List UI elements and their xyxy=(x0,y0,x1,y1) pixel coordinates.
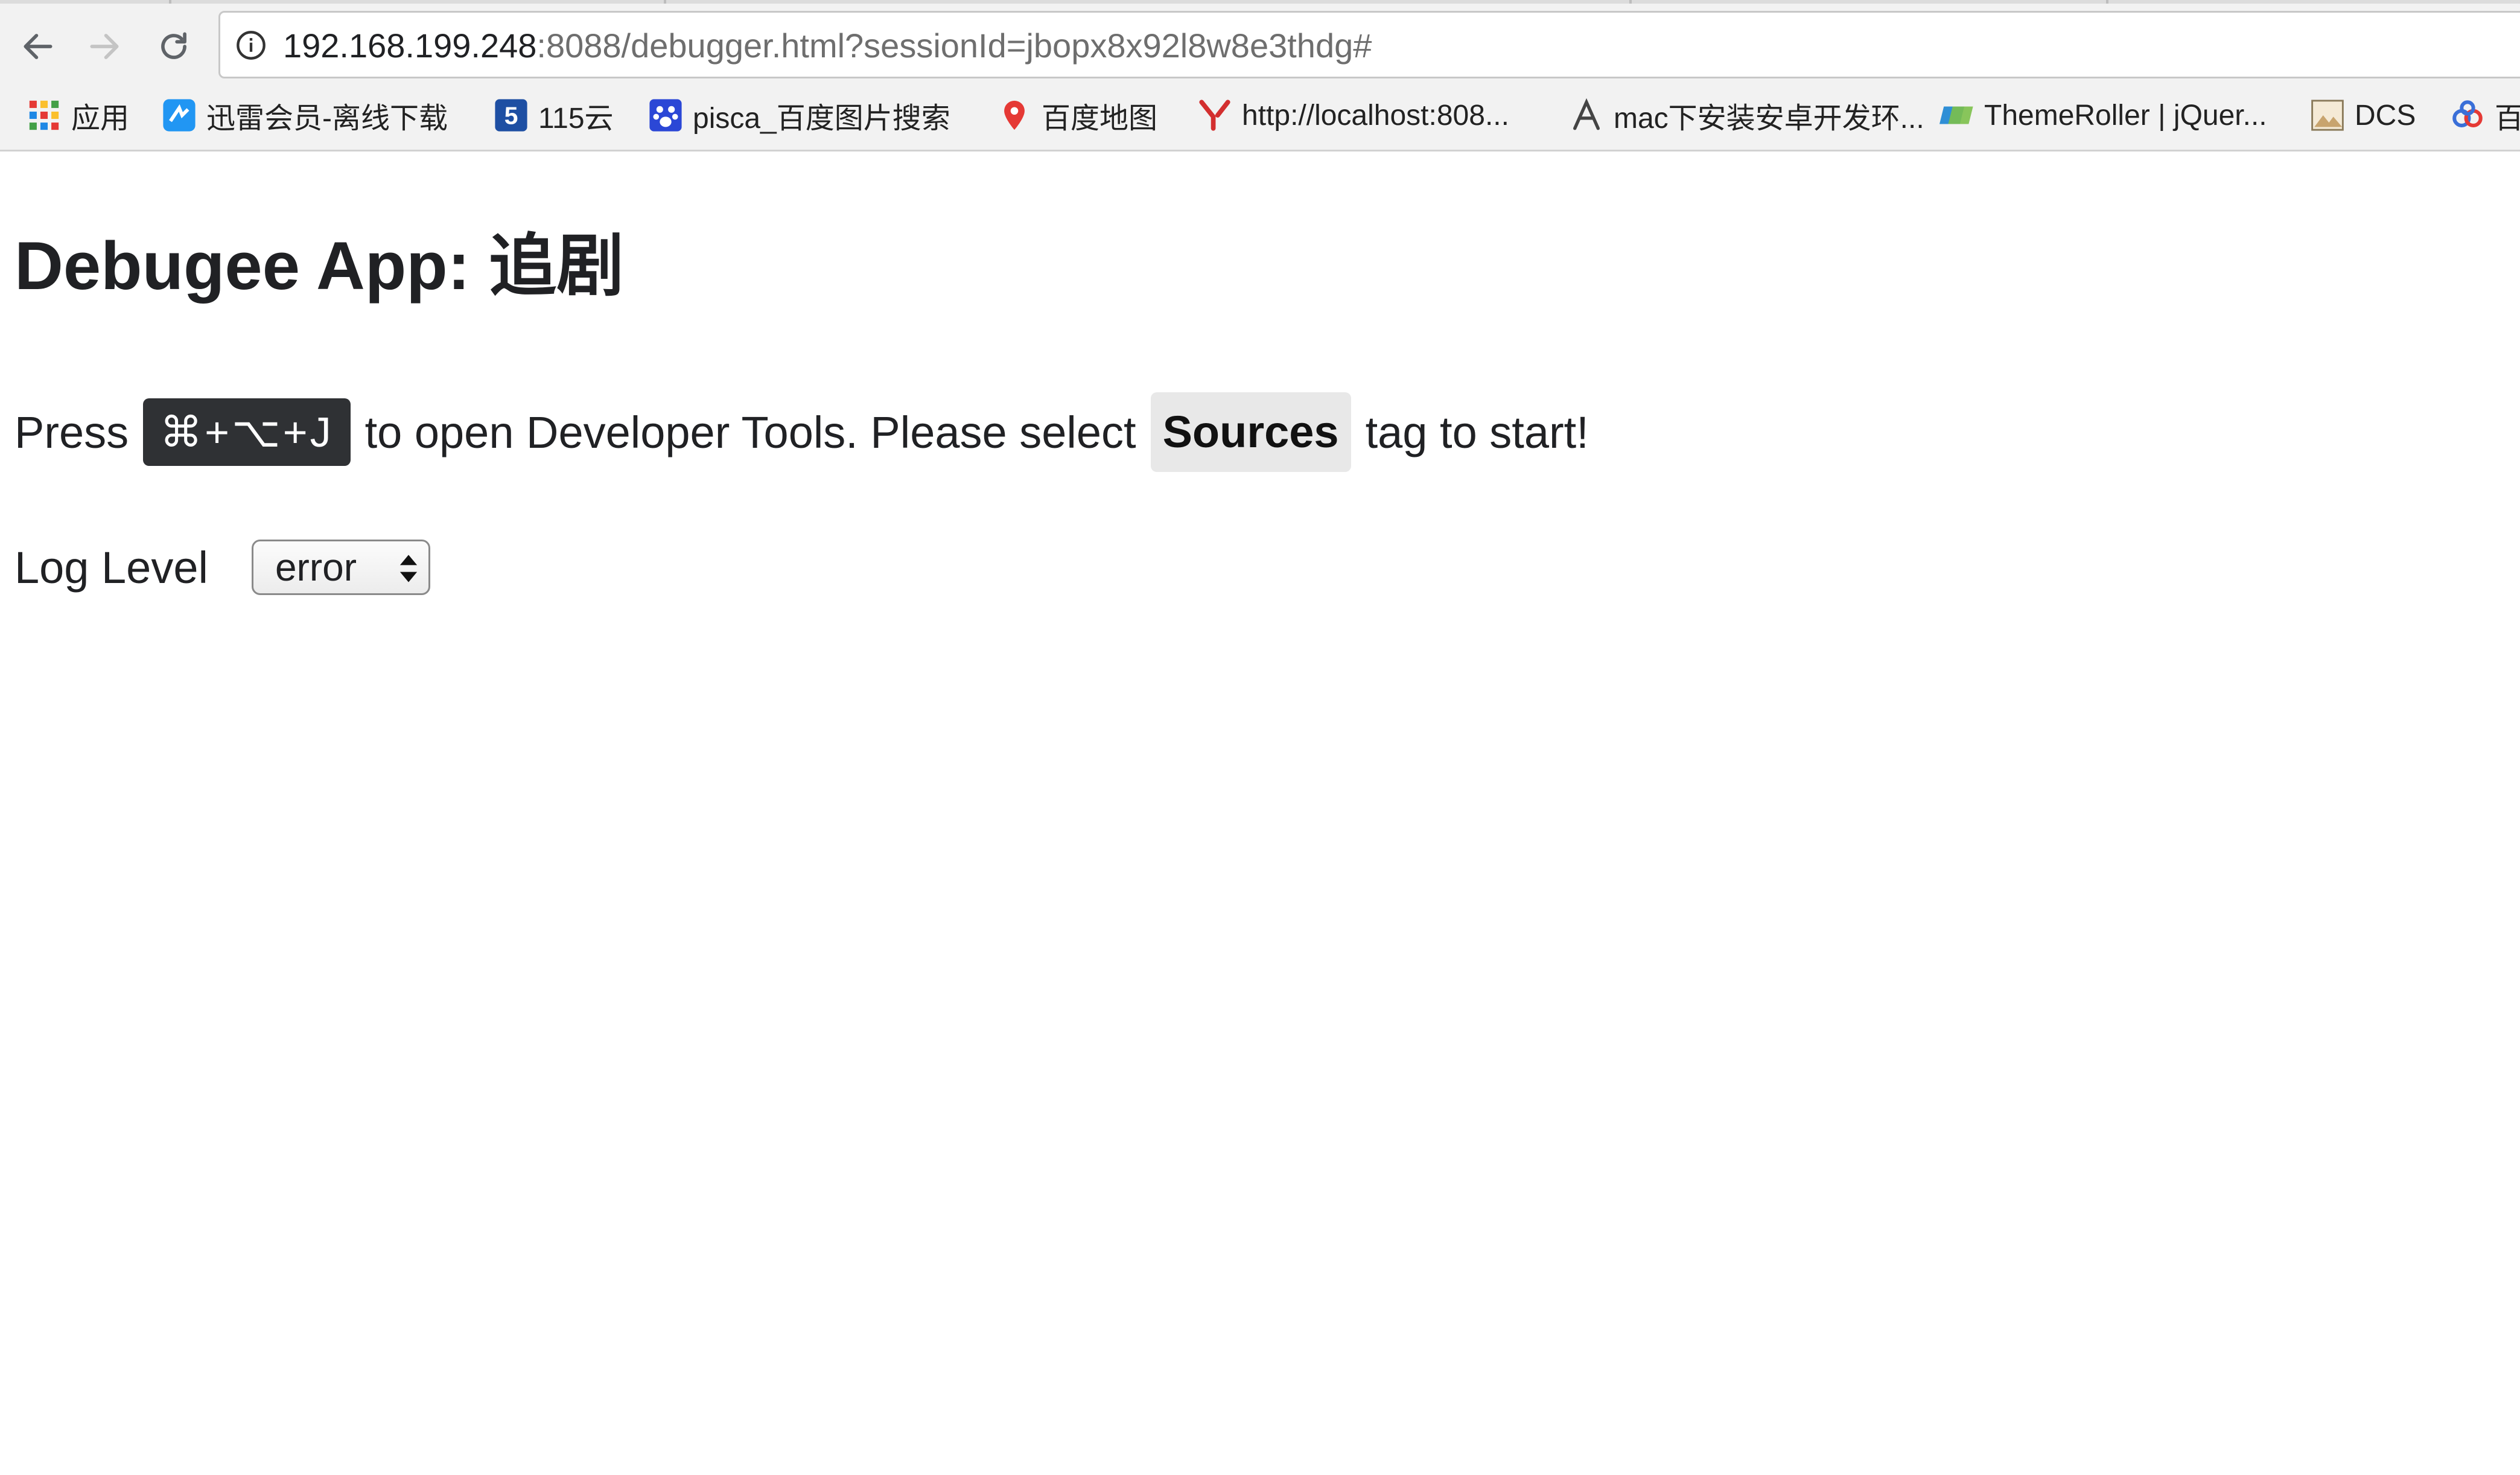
a-logo-icon xyxy=(1569,98,1604,133)
bookmark-label: 迅雷会员-离线下载 xyxy=(206,103,448,135)
dcs-image-icon xyxy=(2310,98,2345,133)
svg-text:5: 5 xyxy=(504,102,518,130)
xunlei-icon xyxy=(162,98,197,133)
bookmark-apps[interactable]: 应用 xyxy=(27,94,129,136)
forward-button[interactable] xyxy=(77,19,132,74)
bookmark-localhost[interactable]: http://localhost:808... xyxy=(1197,94,1509,136)
baidu-cloud-icon xyxy=(2450,98,2485,133)
bookmark-mac-android[interactable]: mac下安装安卓开发环... xyxy=(1569,94,1924,136)
instruction-suffix: tag to start! xyxy=(1365,407,1589,457)
browser-chrome: 192.168.199.248:8088/debugger.html?sessi… xyxy=(0,0,2520,151)
bookmark-label: mac下安装安卓开发环... xyxy=(1614,103,1924,135)
log-level-select[interactable]: error xyxy=(251,540,430,595)
baidu-paw-icon xyxy=(648,98,683,133)
back-arrow-icon xyxy=(24,34,52,59)
url-host: 192.168.199.248 xyxy=(283,27,537,65)
tab-divider xyxy=(664,0,666,4)
bookmark-baidu-map[interactable]: 百度地图 xyxy=(997,94,1157,136)
cloud115-icon: 5 xyxy=(494,98,529,133)
tab-strip xyxy=(0,0,2520,4)
address-bar[interactable]: 192.168.199.248:8088/debugger.html?sessi… xyxy=(218,11,2520,78)
map-pin-icon xyxy=(997,98,1032,133)
page-content: Debugee App: 追剧 Press ⌘+⌥+J to open Deve… xyxy=(0,151,2520,1475)
bookmark-label: pisca_百度图片搜索 xyxy=(693,103,950,135)
bookmark-label: 应用 xyxy=(71,103,130,135)
log-level-label: Log Level xyxy=(14,542,208,593)
reload-button[interactable] xyxy=(147,19,201,74)
themeroller-icon xyxy=(1939,98,1974,133)
log-level-value: error xyxy=(275,546,357,589)
bookmarks-bar: 应用 迅雷会员-离线下载 5 115云 pisca_百度图片搜索 百度地图 ht… xyxy=(0,89,2520,140)
shortcut-kbd: ⌘+⌥+J xyxy=(143,398,351,466)
log-level-row: Log Level error xyxy=(14,534,430,601)
forward-arrow-icon xyxy=(90,34,119,59)
bookmark-dcs[interactable]: DCS xyxy=(2310,94,2416,136)
page-title: Debugee App: 追剧 xyxy=(14,228,625,304)
apps-grid-icon xyxy=(27,98,62,133)
back-button[interactable] xyxy=(11,19,65,74)
url-text: 192.168.199.248:8088/debugger.html?sessi… xyxy=(283,26,1372,66)
sources-tab-badge: Sources xyxy=(1150,392,1351,472)
instruction-line: Press ⌘+⌥+J to open Developer Tools. Ple… xyxy=(14,390,1589,474)
bookmark-115[interactable]: 5 115云 xyxy=(494,94,614,136)
instruction-prefix: Press xyxy=(14,407,129,457)
instruction-middle: to open Developer Tools. Please select xyxy=(364,407,1136,457)
bookmark-xunlei[interactable]: 迅雷会员-离线下载 xyxy=(162,94,448,136)
bookmark-label: 115云 xyxy=(538,103,614,135)
bookmark-label: 百 xyxy=(2495,103,2520,135)
bookmark-label: ThemeRoller | jQuer... xyxy=(1984,99,2267,132)
url-path: :8088/debugger.html?sessionId=jbopx8x92l… xyxy=(536,27,1372,65)
tab-divider xyxy=(169,0,171,4)
tab-divider xyxy=(2106,0,2108,4)
y-logo-icon xyxy=(1197,98,1232,133)
bookmark-themeroller[interactable]: ThemeRoller | jQuer... xyxy=(1939,94,2267,136)
select-updown-icon xyxy=(399,555,418,582)
bookmark-label: DCS xyxy=(2355,99,2416,132)
bookmark-baidu-cloud[interactable]: 百 xyxy=(2450,94,2520,136)
info-icon[interactable] xyxy=(235,30,267,61)
bookmark-label: 百度地图 xyxy=(1042,103,1158,135)
tab-divider xyxy=(1629,0,1632,4)
bookmark-label: http://localhost:808... xyxy=(1242,99,1509,132)
bookmark-baidu-image[interactable]: pisca_百度图片搜索 xyxy=(648,94,950,136)
reload-icon xyxy=(161,32,186,59)
